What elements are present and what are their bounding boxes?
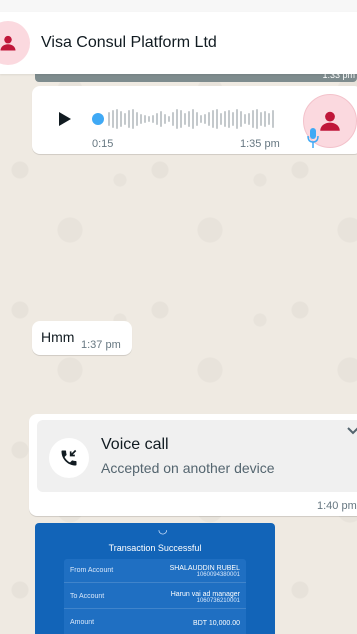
- waveform-bar: [248, 113, 250, 125]
- receipt-table: From Account SHALAUDDIN RUBEL 1060094380…: [64, 559, 246, 634]
- receipt-row: From Account SHALAUDDIN RUBEL 1060094380…: [64, 559, 246, 583]
- receipt-label: To Account: [70, 593, 105, 600]
- receipt-title: Transaction Successful: [108, 543, 202, 553]
- waveform-progress-dot[interactable]: [92, 113, 104, 125]
- waveform-bar: [252, 110, 254, 128]
- waveform-bar: [136, 112, 138, 126]
- receipt-row: Amount BDT 10,000.00: [64, 611, 246, 634]
- receipt-subvalue: 1060736210001: [196, 598, 240, 604]
- call-title: Voice call: [101, 436, 169, 453]
- message-text: Hmm: [41, 329, 75, 345]
- chevron-down-icon[interactable]: [346, 426, 357, 436]
- waveform-bar: [172, 112, 174, 126]
- waveform-bar: [124, 113, 126, 125]
- receipt-label: From Account: [70, 567, 114, 574]
- message-time: 1:35 pm: [240, 138, 280, 150]
- voice-waveform[interactable]: [92, 108, 312, 130]
- receipt-row: To Account Harun vai ad manager 10607362…: [64, 585, 246, 609]
- incoming-call-icon: [61, 449, 77, 466]
- waveform-bar: [108, 112, 110, 126]
- waveform-bar: [212, 110, 214, 128]
- waveform-bar: [156, 113, 158, 125]
- waveform-bar: [192, 109, 194, 129]
- waveform-bar: [208, 112, 210, 126]
- waveform-bar: [240, 111, 242, 127]
- waveform-bar: [152, 115, 154, 123]
- contact-avatar[interactable]: [0, 21, 30, 65]
- waveform-bar: [232, 112, 234, 126]
- voice-duration: 0:15: [92, 138, 114, 150]
- waveform-bar: [268, 113, 270, 125]
- waveform-bar: [224, 111, 226, 127]
- waveform-bar: [196, 112, 198, 126]
- waveform-bar: [140, 114, 142, 124]
- waveform-bar: [204, 114, 206, 124]
- call-icon-container: [49, 438, 89, 478]
- person-icon: [320, 111, 340, 131]
- voice-call-card[interactable]: Voice call Accepted on another device: [37, 420, 357, 492]
- person-icon: [0, 35, 16, 51]
- receipt-value: BDT 10,000.00: [193, 620, 240, 627]
- bank-logo-icon: ◡: [158, 524, 168, 536]
- waveform-bar: [164, 114, 166, 124]
- waveform-bar: [128, 110, 130, 128]
- waveform-bar: [176, 109, 178, 129]
- waveform-bar: [180, 110, 182, 128]
- chat-title[interactable]: Visa Consul Platform Ltd: [41, 34, 217, 52]
- chat-header[interactable]: Visa Consul Platform Ltd: [0, 12, 357, 74]
- waveform-bar: [160, 111, 162, 127]
- voice-call-message: Voice call Accepted on another device 1:…: [29, 414, 357, 516]
- message-time: 1:40 pm: [317, 500, 357, 512]
- call-status: Accepted on another device: [101, 460, 275, 476]
- waveform-bar: [184, 113, 186, 125]
- waveform-bar: [220, 113, 222, 125]
- waveform-bar: [228, 110, 230, 128]
- waveform-bar: [272, 110, 274, 128]
- waveform-bar: [148, 116, 150, 122]
- waveform-bar: [144, 115, 146, 123]
- waveform-bar: [132, 109, 134, 129]
- waveform-bar: [168, 116, 170, 122]
- waveform-bar: [188, 111, 190, 127]
- text-message: Hmm 1:37 pm: [32, 321, 132, 355]
- waveform-bar: [264, 111, 266, 127]
- waveform-bar: [200, 115, 202, 123]
- waveform-bar: [256, 109, 258, 129]
- transaction-receipt-image[interactable]: ◡ Transaction Successful From Account SH…: [35, 523, 275, 634]
- status-strip: [0, 0, 357, 12]
- waveform-bar: [116, 109, 118, 129]
- receipt-label: Amount: [70, 619, 95, 626]
- waveform-bar: [120, 111, 122, 127]
- message-time: 1:37 pm: [81, 339, 121, 351]
- play-icon[interactable]: [58, 111, 72, 127]
- waveform-bar: [260, 112, 262, 126]
- mic-icon: [307, 128, 319, 148]
- waveform-bar: [244, 114, 246, 124]
- receipt-subvalue: 1060094380001: [196, 572, 240, 578]
- waveform-bar: [216, 109, 218, 129]
- waveform-bar: [236, 109, 238, 129]
- waveform-bar: [112, 110, 114, 128]
